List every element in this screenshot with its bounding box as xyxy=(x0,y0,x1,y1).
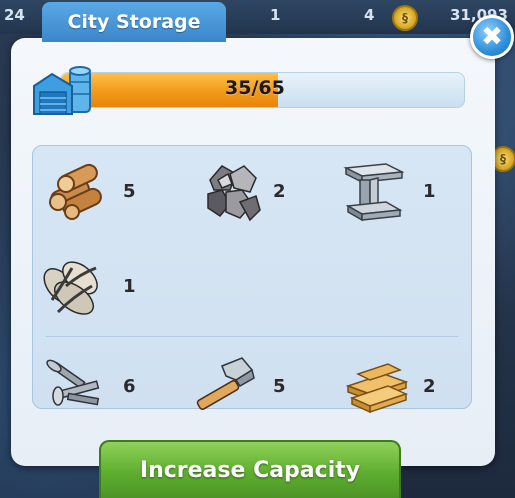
minerals-icon xyxy=(207,165,261,222)
inventory-item-seeds[interactable] xyxy=(40,256,104,320)
window-title: City Storage xyxy=(42,2,226,42)
seeds-icon xyxy=(43,261,98,315)
hammer-icon xyxy=(196,357,255,410)
close-icon: ✖ xyxy=(481,22,503,52)
inventory-item-planks[interactable] xyxy=(344,352,408,416)
item-qty-wood: 5 xyxy=(123,181,136,202)
hud-left-value: 24 xyxy=(4,6,25,24)
inventory-item-minerals[interactable] xyxy=(200,160,264,224)
item-qty-hammer: 5 xyxy=(273,376,286,397)
wood-logs-icon xyxy=(49,163,102,220)
metal-beam-icon xyxy=(343,163,404,222)
hud-right-small: 4 xyxy=(364,6,375,24)
item-qty-minerals: 2 xyxy=(273,181,286,202)
inventory-item-nails[interactable] xyxy=(42,352,106,416)
inventory-divider xyxy=(46,336,458,337)
close-button[interactable]: ✖ xyxy=(470,15,514,59)
nails-icon xyxy=(46,359,100,406)
increase-capacity-button[interactable]: Increase Capacity xyxy=(99,440,401,498)
planks-icon xyxy=(345,363,408,414)
item-qty-seeds: 1 xyxy=(123,276,136,297)
storage-count: 35/65 xyxy=(225,77,285,99)
storage-silo-icon xyxy=(33,66,91,115)
inventory-item-metal[interactable] xyxy=(340,158,404,222)
item-qty-metal: 1 xyxy=(423,181,436,202)
simoleon-coin-icon: § xyxy=(392,5,418,31)
inventory-item-hammer[interactable] xyxy=(192,352,256,416)
item-qty-planks: 2 xyxy=(423,376,436,397)
hud-mid-value: 1 xyxy=(270,6,281,24)
item-qty-nails: 6 xyxy=(123,376,136,397)
inventory-item-wood[interactable] xyxy=(44,156,108,220)
